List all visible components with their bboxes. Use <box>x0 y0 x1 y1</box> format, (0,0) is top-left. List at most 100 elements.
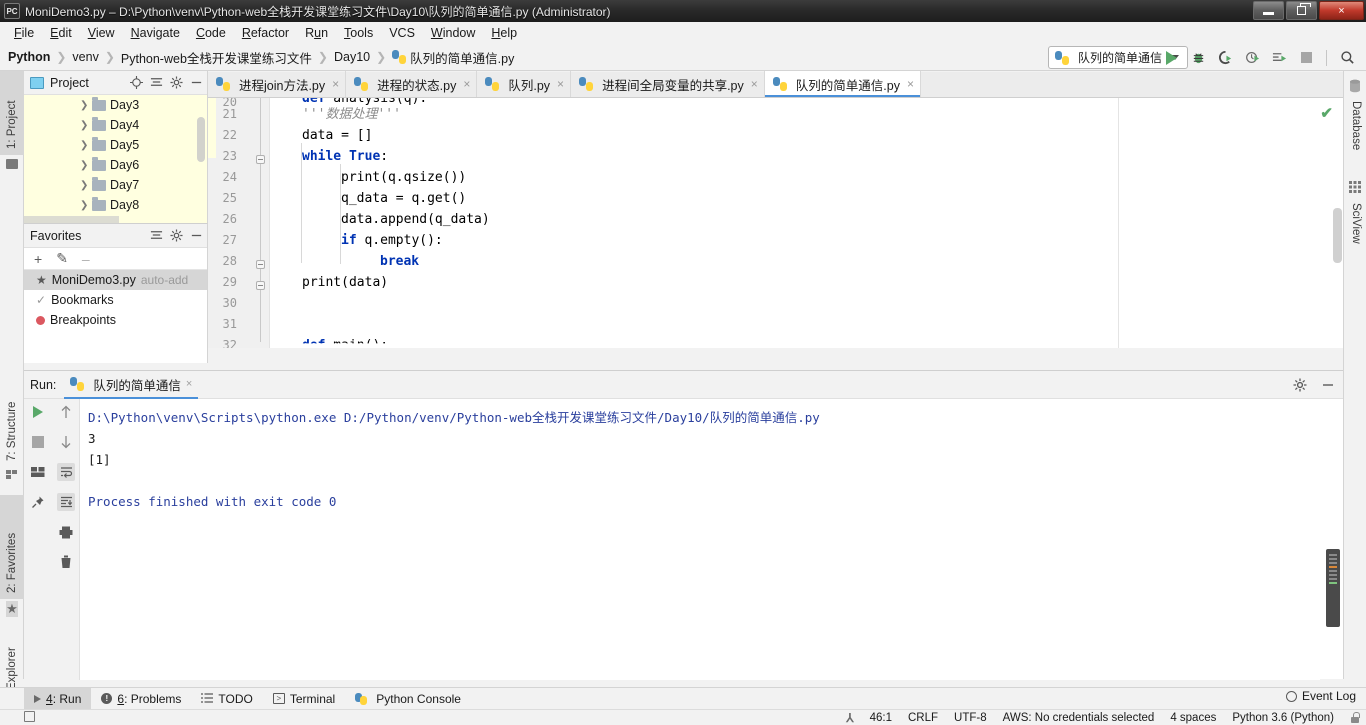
minimize-icon[interactable] <box>1321 378 1335 392</box>
run-with-coverage-button[interactable] <box>1216 49 1234 67</box>
close-tab-icon[interactable]: × <box>332 77 339 91</box>
menu-vcs[interactable]: VCS <box>381 24 423 42</box>
sidebar-item-structure[interactable]: 7: Structure <box>0 367 24 467</box>
favorites-item-monidemo3[interactable]: ★ MoniDemo3.py auto-add <box>24 270 207 290</box>
gear-icon[interactable] <box>169 229 183 243</box>
gear-icon[interactable] <box>169 76 183 90</box>
menu-view[interactable]: View <box>80 24 123 42</box>
collapse-all-icon[interactable] <box>149 76 163 90</box>
up-arrow-icon[interactable] <box>57 403 75 421</box>
sidebar-item-database[interactable]: Database <box>1344 95 1366 173</box>
close-tab-icon[interactable]: × <box>907 77 914 91</box>
chevron-right-icon[interactable]: ❯ <box>80 120 88 131</box>
soft-wrap-icon[interactable] <box>57 463 75 481</box>
minimize-icon[interactable] <box>189 76 203 90</box>
run-console-output[interactable]: D:\Python\venv\Scripts\python.exe D:/Pyt… <box>80 399 1320 680</box>
editor-tab-3[interactable]: 进程间全局变量的共享.py × <box>571 71 765 97</box>
minimize-window-button[interactable] <box>1253 1 1284 20</box>
editor-tab-0[interactable]: 进程join方法.py × <box>208 71 347 97</box>
favorites-item-bookmarks[interactable]: ✓ Bookmarks <box>24 290 207 310</box>
remove-favorite-icon[interactable]: – <box>82 251 90 267</box>
debug-button[interactable] <box>1189 49 1207 67</box>
chevron-right-icon[interactable]: ❯ <box>80 140 88 151</box>
minimize-icon[interactable] <box>189 229 203 243</box>
chevron-right-icon[interactable]: ❯ <box>80 160 88 171</box>
rerun-icon[interactable] <box>29 403 47 421</box>
tree-node-day7[interactable]: ❯ Day7 <box>24 175 139 195</box>
breadcrumb-item-0[interactable]: Python <box>8 50 50 64</box>
scroll-to-end-icon[interactable] <box>57 493 75 511</box>
layout-icon[interactable] <box>29 463 47 481</box>
tree-node-day4[interactable]: ❯ Day4 <box>24 115 139 135</box>
menu-help[interactable]: Help <box>483 24 525 42</box>
fold-marker[interactable] <box>256 281 265 290</box>
tree-node-day6[interactable]: ❯ Day6 <box>24 155 139 175</box>
editor-tab-1[interactable]: 进程的状态.py × <box>346 71 478 97</box>
close-window-button[interactable]: × <box>1319 1 1364 20</box>
close-tab-icon[interactable]: × <box>557 77 564 91</box>
breadcrumb-item-1[interactable]: venv <box>72 50 98 64</box>
menu-navigate[interactable]: Navigate <box>123 24 188 42</box>
stop-button[interactable] <box>1297 49 1315 67</box>
fold-marker[interactable] <box>256 155 265 164</box>
search-icon[interactable] <box>1338 49 1356 67</box>
code-editor[interactable]: 20 21 22 23 24 25 26 27 28 29 30 31 32 d… <box>208 98 1343 348</box>
chevron-right-icon[interactable]: ❯ <box>80 200 88 211</box>
editor-scrollbar[interactable] <box>1333 208 1342 263</box>
run-button[interactable] <box>1162 49 1180 67</box>
trash-icon[interactable] <box>57 553 75 571</box>
add-favorite-icon[interactable]: + <box>34 251 42 267</box>
lock-icon[interactable] <box>1350 712 1360 723</box>
line-separator[interactable]: CRLF <box>908 712 938 724</box>
menu-file[interactable]: File <box>6 24 42 42</box>
tab-python-console[interactable]: Python Console <box>345 688 471 710</box>
menu-window[interactable]: Window <box>423 24 483 42</box>
editor-tab-4[interactable]: 队列的简单通信.py × <box>764 71 921 97</box>
chevron-right-icon[interactable]: ❯ <box>80 180 88 191</box>
run-tests-button[interactable] <box>1270 49 1288 67</box>
chevron-right-icon[interactable]: ❯ <box>80 100 88 111</box>
collapse-all-icon[interactable] <box>149 229 163 243</box>
fold-marker[interactable] <box>256 260 265 269</box>
menu-refactor[interactable]: Refactor <box>234 24 297 42</box>
tab-terminal[interactable]: > Terminal <box>263 688 345 710</box>
python-interpreter[interactable]: Python 3.6 (Python) <box>1232 712 1334 724</box>
editor-tab-2[interactable]: 队列.py × <box>477 71 572 97</box>
tab-run[interactable]: 4: Run <box>24 687 92 710</box>
sidebar-item-favorites[interactable]: 2: Favorites <box>0 495 24 599</box>
caret-position[interactable]: 46:1 <box>870 712 892 724</box>
aws-credentials-status[interactable]: AWS: No credentials selected <box>1003 712 1155 724</box>
sidebar-item-project[interactable]: 1: Project <box>0 71 24 155</box>
close-tab-icon[interactable]: × <box>751 77 758 91</box>
menu-code[interactable]: Code <box>188 24 234 42</box>
editor-gutter[interactable]: 20 21 22 23 24 25 26 27 28 29 30 31 32 <box>208 98 270 348</box>
tree-node-day5[interactable]: ❯ Day5 <box>24 135 139 155</box>
menu-edit[interactable]: Edit <box>42 24 80 42</box>
event-log-button[interactable]: Event Log <box>1285 689 1356 703</box>
file-encoding[interactable]: UTF-8 <box>954 712 987 724</box>
console-scrollbar[interactable] <box>1326 549 1340 627</box>
run-session-tab[interactable]: 队列的简单通信 × <box>64 371 199 399</box>
print-icon[interactable] <box>57 523 75 541</box>
tree-node-day3[interactable]: ❯ Day3 <box>24 95 139 115</box>
indent-setting[interactable]: 4 spaces <box>1170 712 1216 724</box>
close-tab-icon[interactable]: × <box>463 77 470 91</box>
menu-tools[interactable]: Tools <box>336 24 381 42</box>
restore-window-button[interactable] <box>1286 1 1317 20</box>
project-tree-scrollbar[interactable] <box>197 117 205 162</box>
pin-icon[interactable] <box>29 493 47 511</box>
close-session-icon[interactable]: × <box>186 378 192 390</box>
project-tree[interactable]: ❯ Day3 ❯ Day4 ❯ Day5 ❯ Day6 ❯ Day7 ❯ Day… <box>24 95 207 225</box>
tab-todo[interactable]: TODO <box>191 688 262 710</box>
gear-icon[interactable] <box>1293 378 1307 392</box>
stop-icon[interactable] <box>29 433 47 451</box>
favorites-item-breakpoints[interactable]: Breakpoints <box>24 310 207 330</box>
breadcrumb-item-4[interactable]: 队列的简单通信.py <box>410 48 514 67</box>
vcs-icon[interactable]: ⅄ <box>846 711 853 725</box>
menu-run[interactable]: Run <box>297 24 336 42</box>
breadcrumb-item-2[interactable]: Python-web全栈开发课堂练习文件 <box>121 48 312 67</box>
edit-favorite-icon[interactable]: ✎ <box>56 250 68 267</box>
sidebar-item-sciview[interactable]: SciView <box>1344 197 1366 265</box>
profile-button[interactable] <box>1243 49 1261 67</box>
breadcrumb-item-3[interactable]: Day10 <box>334 50 370 64</box>
